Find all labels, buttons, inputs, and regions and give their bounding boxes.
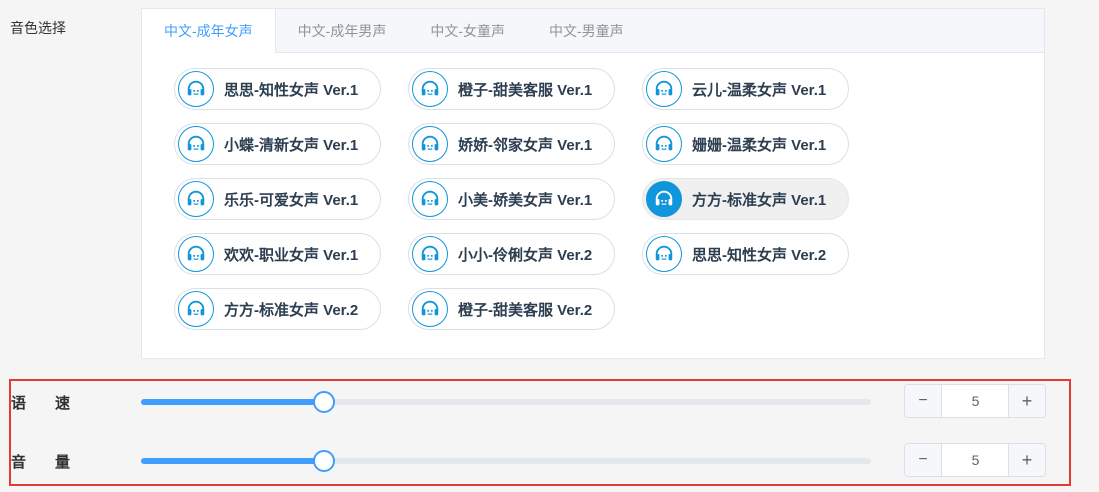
voice-option[interactable]: 小蝶-清新女声 Ver.1 <box>174 123 382 165</box>
voice-option[interactable]: 橙子-甜美客服 Ver.1 <box>408 68 616 110</box>
voice-name: 橙子-甜美客服 Ver.1 <box>458 81 593 99</box>
tab-1[interactable]: 中文-成年男声 <box>276 9 409 52</box>
volume-row: 音量 − + <box>0 440 1099 480</box>
volume-slider-thumb[interactable] <box>312 450 335 472</box>
voice-category-tabs: 中文-成年女声 中文-成年男声 中文-女童声 中文-男童声 <box>142 9 1044 53</box>
volume-value-input[interactable] <box>942 444 1009 476</box>
headset-icon <box>646 181 682 217</box>
voice-option[interactable]: 方方-标准女声 Ver.2 <box>174 288 382 330</box>
volume-slider[interactable] <box>141 450 871 472</box>
speed-row: 语速 − + <box>0 381 1099 421</box>
volume-label: 音量 <box>11 454 100 471</box>
headset-icon <box>178 126 214 162</box>
headset-icon <box>412 291 448 327</box>
volume-stepper: − + <box>904 443 1046 477</box>
speed-slider-thumb[interactable] <box>312 391 335 413</box>
volume-decrement-button[interactable]: − <box>905 444 942 476</box>
voice-name: 小小-伶俐女声 Ver.2 <box>458 246 593 264</box>
headset-icon <box>646 126 682 162</box>
headset-icon <box>646 71 682 107</box>
voice-selection-panel: 中文-成年女声 中文-成年男声 中文-女童声 中文-男童声 思思-知性女声 Ver.1… <box>141 8 1045 359</box>
minus-icon: − <box>918 392 928 409</box>
speed-slider[interactable] <box>141 391 871 413</box>
voice-option[interactable]: 姗姗-温柔女声 Ver.1 <box>642 123 850 165</box>
speed-decrement-button[interactable]: − <box>905 385 942 417</box>
voice-name: 云儿-温柔女声 Ver.1 <box>692 81 827 99</box>
voice-option[interactable]: 云儿-温柔女声 Ver.1 <box>642 68 850 110</box>
speed-slider-fill <box>141 399 324 405</box>
voice-name: 思思-知性女声 Ver.1 <box>224 81 359 99</box>
headset-icon <box>412 71 448 107</box>
voice-option[interactable]: 欢欢-职业女声 Ver.1 <box>174 233 382 275</box>
voice-name: 乐乐-可爱女声 Ver.1 <box>224 191 359 209</box>
voice-name: 娇娇-邻家女声 Ver.1 <box>458 136 593 154</box>
headset-icon <box>178 181 214 217</box>
voice-option[interactable]: 方方-标准女声 Ver.1 <box>642 178 850 220</box>
headset-icon <box>178 236 214 272</box>
speed-increment-button[interactable]: + <box>1008 385 1045 417</box>
tab-2[interactable]: 中文-女童声 <box>408 9 527 52</box>
speed-label: 语速 <box>11 395 100 412</box>
voice-option[interactable]: 小小-伶俐女声 Ver.2 <box>408 233 616 275</box>
plus-icon: + <box>1021 449 1033 470</box>
tab-0[interactable]: 中文-成年女声 <box>142 9 276 53</box>
speed-stepper: − + <box>904 384 1046 418</box>
headset-icon <box>412 236 448 272</box>
headset-icon <box>412 181 448 217</box>
plus-icon: + <box>1021 390 1033 411</box>
minus-icon: − <box>918 451 928 468</box>
section-label: 音色选择 <box>10 20 66 36</box>
voice-option[interactable]: 橙子-甜美客服 Ver.2 <box>408 288 616 330</box>
volume-slider-fill <box>141 458 324 464</box>
voice-option[interactable]: 思思-知性女声 Ver.2 <box>642 233 850 275</box>
voice-name: 橙子-甜美客服 Ver.2 <box>458 301 593 319</box>
volume-increment-button[interactable]: + <box>1008 444 1045 476</box>
voice-option[interactable]: 娇娇-邻家女声 Ver.1 <box>408 123 616 165</box>
tab-3[interactable]: 中文-男童声 <box>527 9 646 52</box>
voice-option[interactable]: 乐乐-可爱女声 Ver.1 <box>174 178 382 220</box>
voice-option[interactable]: 思思-知性女声 Ver.1 <box>174 68 382 110</box>
voice-name: 欢欢-职业女声 Ver.1 <box>224 246 359 264</box>
voice-option[interactable]: 小美-娇美女声 Ver.1 <box>408 178 616 220</box>
headset-icon <box>178 291 214 327</box>
headset-icon <box>178 71 214 107</box>
voice-name: 思思-知性女声 Ver.2 <box>692 246 827 264</box>
voice-name: 方方-标准女声 Ver.2 <box>224 301 359 319</box>
speed-value-input[interactable] <box>942 385 1009 417</box>
voice-name: 小蝶-清新女声 Ver.1 <box>224 136 359 154</box>
headset-icon <box>412 126 448 162</box>
voice-name: 姗姗-温柔女声 Ver.1 <box>692 136 827 154</box>
headset-icon <box>646 236 682 272</box>
voice-name: 方方-标准女声 Ver.1 <box>692 191 827 209</box>
voice-grid: 思思-知性女声 Ver.1 橙子-甜美客服 Ver.1 云儿-温柔女声 Ver.1 小… <box>174 68 876 330</box>
voice-name: 小美-娇美女声 Ver.1 <box>458 191 593 209</box>
